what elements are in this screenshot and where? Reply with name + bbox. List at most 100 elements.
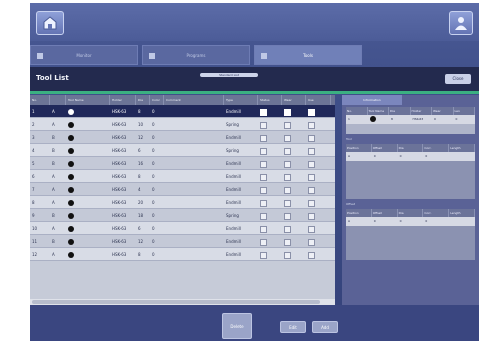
status-checkbox[interactable] <box>260 251 267 259</box>
col-header[interactable] <box>50 95 66 105</box>
status-checkbox[interactable] <box>260 225 267 233</box>
user-button[interactable] <box>449 11 473 35</box>
home-button[interactable] <box>36 11 64 35</box>
table-header: No. Tool Name Holder Dia Color Comment T… <box>30 95 335 105</box>
wear-checkbox[interactable] <box>284 186 291 194</box>
use-checkbox[interactable] <box>308 186 315 194</box>
tool-icon <box>68 226 74 232</box>
status-checkbox[interactable] <box>260 121 267 129</box>
use-checkbox[interactable] <box>308 199 315 207</box>
table-row[interactable]: 9 B HSK-63 18 0 Spring <box>30 209 335 222</box>
col-header[interactable]: Status <box>258 95 282 105</box>
table-row[interactable]: 12 A HSK-63 8 0 Endmill <box>30 248 335 261</box>
cell-dia: 12 <box>138 135 144 140</box>
tool-icon <box>68 135 74 141</box>
tool-icon <box>68 187 74 193</box>
use-checkbox[interactable] <box>308 212 315 220</box>
tab-monitor[interactable]: Monitor <box>30 45 138 65</box>
tab-information[interactable]: Information <box>342 95 402 105</box>
use-checkbox[interactable] <box>308 160 315 168</box>
cell-wear <box>282 170 306 182</box>
cell-holder: HSK-63 <box>112 148 127 153</box>
grid-col: Dia <box>389 107 411 115</box>
wear-checkbox[interactable] <box>284 108 291 116</box>
wear-checkbox[interactable] <box>284 134 291 142</box>
col-header[interactable]: Holder <box>110 95 136 105</box>
wear-checkbox[interactable] <box>284 121 291 129</box>
monitor-icon <box>37 53 43 59</box>
grid-cell: 0 <box>425 219 428 223</box>
wear-checkbox[interactable] <box>284 225 291 233</box>
edit-button[interactable]: Edit <box>280 321 306 333</box>
wear-checkbox[interactable] <box>284 160 291 168</box>
table-row[interactable]: 5 B HSK-63 16 0 Endmill <box>30 157 335 170</box>
cell-status <box>258 157 282 169</box>
use-checkbox[interactable] <box>308 173 315 181</box>
offset-grid: Position Offset Dia Corr. Length A 0 0 0 <box>346 209 475 260</box>
delete-button[interactable]: Delete <box>222 313 252 339</box>
cell-use <box>306 196 331 208</box>
wear-checkbox[interactable] <box>284 251 291 259</box>
use-checkbox[interactable] <box>308 108 315 116</box>
tab-programs[interactable]: Programs <box>142 45 250 65</box>
add-button[interactable]: Add <box>312 321 338 333</box>
offset-grid-row[interactable]: A 0 0 0 <box>346 217 475 226</box>
list-selector[interactable]: Standard List <box>200 73 258 77</box>
table-row[interactable]: 8 A HSK-63 20 0 Endmill <box>30 196 335 209</box>
col-header[interactable]: Tool Name <box>66 95 110 105</box>
col-header[interactable]: Color <box>150 95 164 105</box>
scrollbar-thumb[interactable] <box>32 300 320 304</box>
cell-dia: 12 <box>138 239 144 244</box>
tool-grid-row[interactable]: A 0 0 0 <box>346 152 475 161</box>
cell-tool <box>66 157 110 169</box>
col-header[interactable]: Comment <box>164 95 224 105</box>
section-label: Offset <box>346 202 356 206</box>
status-checkbox[interactable] <box>260 199 267 207</box>
use-checkbox[interactable] <box>308 134 315 142</box>
col-header[interactable]: Use <box>306 95 331 105</box>
col-header[interactable]: Dia <box>136 95 150 105</box>
status-checkbox[interactable] <box>260 212 267 220</box>
cell-holder: HSK-63 <box>112 200 127 205</box>
info-panel-header: Information <box>342 95 479 105</box>
wear-checkbox[interactable] <box>284 199 291 207</box>
status-checkbox[interactable] <box>260 134 267 142</box>
wear-checkbox[interactable] <box>284 212 291 220</box>
table-body: 1 A HSK-63 8 0 Endmill 2 A HSK-63 10 0 Spring 3 B HSK-… <box>30 105 335 261</box>
status-checkbox[interactable] <box>260 160 267 168</box>
close-button[interactable]: Close <box>445 74 471 84</box>
tab-tools[interactable]: Tools <box>254 45 362 65</box>
wear-checkbox[interactable] <box>284 173 291 181</box>
col-header[interactable]: Wear <box>282 95 306 105</box>
table-row[interactable]: 6 A HSK-63 8 0 Endmill <box>30 170 335 183</box>
cell-use <box>306 235 331 247</box>
info-grid-row[interactable]: 1 8 HSK-63 0 0 <box>346 115 475 124</box>
table-row[interactable]: 11 B HSK-63 12 0 Endmill <box>30 235 335 248</box>
status-checkbox[interactable] <box>260 147 267 155</box>
table-row[interactable]: 3 B HSK-63 12 0 Endmill <box>30 131 335 144</box>
cell-wear <box>282 222 306 234</box>
table-row[interactable]: 7 A HSK-63 4 0 Endmill <box>30 183 335 196</box>
use-checkbox[interactable] <box>308 225 315 233</box>
use-checkbox[interactable] <box>308 147 315 155</box>
use-checkbox[interactable] <box>308 121 315 129</box>
status-checkbox[interactable] <box>260 173 267 181</box>
status-checkbox[interactable] <box>260 238 267 246</box>
wear-checkbox[interactable] <box>284 147 291 155</box>
cell-pos: A <box>52 252 55 257</box>
cell-pos: B <box>52 213 55 218</box>
status-checkbox[interactable] <box>260 108 267 116</box>
tab-label: Tools <box>303 53 313 58</box>
use-checkbox[interactable] <box>308 238 315 246</box>
use-checkbox[interactable] <box>308 251 315 259</box>
table-row[interactable]: 4 B HSK-63 6 0 Spring <box>30 144 335 157</box>
table-row[interactable]: 2 A HSK-63 10 0 Spring <box>30 118 335 131</box>
col-header[interactable]: No. <box>30 95 50 105</box>
col-header[interactable]: Type <box>224 95 258 105</box>
wear-checkbox[interactable] <box>284 238 291 246</box>
table-row[interactable]: 10 A HSK-63 6 0 Endmill <box>30 222 335 235</box>
cell-type: Endmill <box>226 161 241 166</box>
table-row[interactable]: 1 A HSK-63 8 0 Endmill <box>30 105 335 118</box>
page-title: Tool List <box>36 74 69 82</box>
status-checkbox[interactable] <box>260 186 267 194</box>
